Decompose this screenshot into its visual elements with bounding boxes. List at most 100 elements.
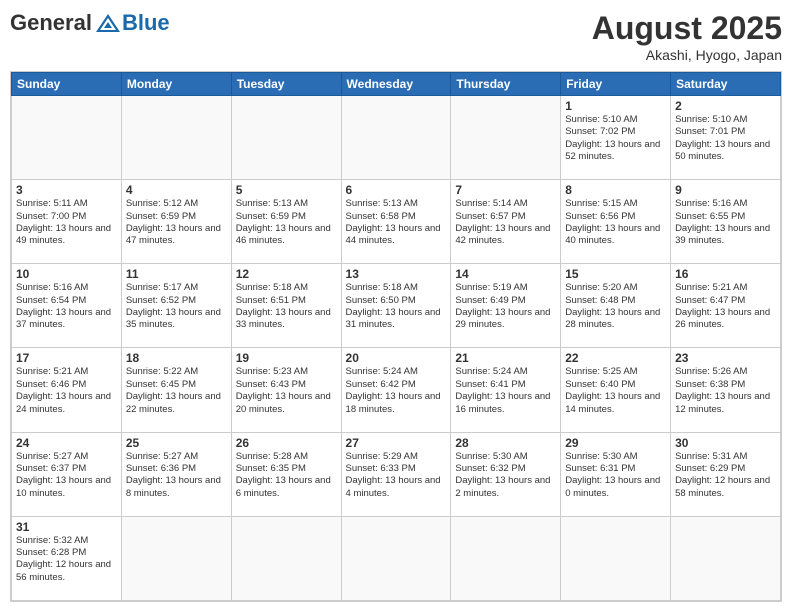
day-info: Sunrise: 5:16 AM Sunset: 6:54 PM Dayligh…: [16, 282, 117, 331]
day-number: 7: [455, 183, 556, 197]
calendar-week-row: 17Sunrise: 5:21 AM Sunset: 6:46 PM Dayli…: [12, 348, 781, 432]
day-info: Sunrise: 5:20 AM Sunset: 6:48 PM Dayligh…: [565, 282, 666, 331]
logo: General Blue: [10, 10, 170, 36]
day-number: 5: [236, 183, 337, 197]
day-info: Sunrise: 5:27 AM Sunset: 6:36 PM Dayligh…: [126, 451, 227, 500]
calendar-cell: 18Sunrise: 5:22 AM Sunset: 6:45 PM Dayli…: [121, 348, 231, 432]
col-wednesday: Wednesday: [341, 73, 451, 96]
day-info: Sunrise: 5:29 AM Sunset: 6:33 PM Dayligh…: [346, 451, 447, 500]
location: Akashi, Hyogo, Japan: [592, 47, 782, 63]
day-info: Sunrise: 5:18 AM Sunset: 6:51 PM Dayligh…: [236, 282, 337, 331]
calendar-cell: [121, 96, 231, 180]
calendar-week-row: 24Sunrise: 5:27 AM Sunset: 6:37 PM Dayli…: [12, 432, 781, 516]
day-number: 10: [16, 267, 117, 281]
col-monday: Monday: [121, 73, 231, 96]
day-number: 2: [675, 99, 776, 113]
day-number: 29: [565, 436, 666, 450]
calendar-cell: 16Sunrise: 5:21 AM Sunset: 6:47 PM Dayli…: [671, 264, 781, 348]
day-number: 25: [126, 436, 227, 450]
day-number: 6: [346, 183, 447, 197]
calendar-week-row: 1Sunrise: 5:10 AM Sunset: 7:02 PM Daylig…: [12, 96, 781, 180]
day-number: 1: [565, 99, 666, 113]
day-info: Sunrise: 5:15 AM Sunset: 6:56 PM Dayligh…: [565, 198, 666, 247]
calendar-cell: 6Sunrise: 5:13 AM Sunset: 6:58 PM Daylig…: [341, 180, 451, 264]
day-info: Sunrise: 5:30 AM Sunset: 6:32 PM Dayligh…: [455, 451, 556, 500]
title-block: August 2025 Akashi, Hyogo, Japan: [592, 10, 782, 63]
calendar-cell: 5Sunrise: 5:13 AM Sunset: 6:59 PM Daylig…: [231, 180, 341, 264]
calendar-cell: 11Sunrise: 5:17 AM Sunset: 6:52 PM Dayli…: [121, 264, 231, 348]
col-friday: Friday: [561, 73, 671, 96]
page: General Blue August 2025 Akashi, Hyogo, …: [0, 0, 792, 612]
calendar-cell: [12, 96, 122, 180]
day-info: Sunrise: 5:28 AM Sunset: 6:35 PM Dayligh…: [236, 451, 337, 500]
calendar-cell: 28Sunrise: 5:30 AM Sunset: 6:32 PM Dayli…: [451, 432, 561, 516]
calendar-cell: 24Sunrise: 5:27 AM Sunset: 6:37 PM Dayli…: [12, 432, 122, 516]
calendar-cell: 3Sunrise: 5:11 AM Sunset: 7:00 PM Daylig…: [12, 180, 122, 264]
day-info: Sunrise: 5:10 AM Sunset: 7:02 PM Dayligh…: [565, 114, 666, 163]
day-number: 15: [565, 267, 666, 281]
calendar-week-row: 10Sunrise: 5:16 AM Sunset: 6:54 PM Dayli…: [12, 264, 781, 348]
day-info: Sunrise: 5:13 AM Sunset: 6:59 PM Dayligh…: [236, 198, 337, 247]
calendar-cell: 29Sunrise: 5:30 AM Sunset: 6:31 PM Dayli…: [561, 432, 671, 516]
calendar-cell: 26Sunrise: 5:28 AM Sunset: 6:35 PM Dayli…: [231, 432, 341, 516]
day-info: Sunrise: 5:19 AM Sunset: 6:49 PM Dayligh…: [455, 282, 556, 331]
day-info: Sunrise: 5:21 AM Sunset: 6:47 PM Dayligh…: [675, 282, 776, 331]
calendar-cell: 4Sunrise: 5:12 AM Sunset: 6:59 PM Daylig…: [121, 180, 231, 264]
calendar-cell: 7Sunrise: 5:14 AM Sunset: 6:57 PM Daylig…: [451, 180, 561, 264]
calendar-cell: 1Sunrise: 5:10 AM Sunset: 7:02 PM Daylig…: [561, 96, 671, 180]
calendar: Sunday Monday Tuesday Wednesday Thursday…: [10, 71, 782, 602]
calendar-cell: [451, 516, 561, 600]
day-number: 24: [16, 436, 117, 450]
day-number: 14: [455, 267, 556, 281]
day-number: 16: [675, 267, 776, 281]
calendar-cell: 23Sunrise: 5:26 AM Sunset: 6:38 PM Dayli…: [671, 348, 781, 432]
day-info: Sunrise: 5:31 AM Sunset: 6:29 PM Dayligh…: [675, 451, 776, 500]
day-info: Sunrise: 5:11 AM Sunset: 7:00 PM Dayligh…: [16, 198, 117, 247]
day-info: Sunrise: 5:27 AM Sunset: 6:37 PM Dayligh…: [16, 451, 117, 500]
day-info: Sunrise: 5:16 AM Sunset: 6:55 PM Dayligh…: [675, 198, 776, 247]
day-info: Sunrise: 5:12 AM Sunset: 6:59 PM Dayligh…: [126, 198, 227, 247]
day-info: Sunrise: 5:10 AM Sunset: 7:01 PM Dayligh…: [675, 114, 776, 163]
calendar-week-row: 3Sunrise: 5:11 AM Sunset: 7:00 PM Daylig…: [12, 180, 781, 264]
day-info: Sunrise: 5:26 AM Sunset: 6:38 PM Dayligh…: [675, 366, 776, 415]
weekday-header-row: Sunday Monday Tuesday Wednesday Thursday…: [12, 73, 781, 96]
col-saturday: Saturday: [671, 73, 781, 96]
logo-icon: [94, 12, 122, 34]
calendar-cell: 10Sunrise: 5:16 AM Sunset: 6:54 PM Dayli…: [12, 264, 122, 348]
calendar-cell: [341, 96, 451, 180]
calendar-cell: 2Sunrise: 5:10 AM Sunset: 7:01 PM Daylig…: [671, 96, 781, 180]
day-info: Sunrise: 5:17 AM Sunset: 6:52 PM Dayligh…: [126, 282, 227, 331]
calendar-header: Sunday Monday Tuesday Wednesday Thursday…: [12, 73, 781, 96]
day-number: 4: [126, 183, 227, 197]
calendar-cell: [451, 96, 561, 180]
logo-blue: Blue: [122, 10, 170, 36]
calendar-cell: 27Sunrise: 5:29 AM Sunset: 6:33 PM Dayli…: [341, 432, 451, 516]
calendar-cell: [231, 96, 341, 180]
calendar-cell: [341, 516, 451, 600]
day-number: 13: [346, 267, 447, 281]
day-info: Sunrise: 5:21 AM Sunset: 6:46 PM Dayligh…: [16, 366, 117, 415]
day-number: 28: [455, 436, 556, 450]
calendar-cell: 20Sunrise: 5:24 AM Sunset: 6:42 PM Dayli…: [341, 348, 451, 432]
calendar-cell: [671, 516, 781, 600]
day-number: 20: [346, 351, 447, 365]
day-number: 3: [16, 183, 117, 197]
col-tuesday: Tuesday: [231, 73, 341, 96]
day-number: 31: [16, 520, 117, 534]
calendar-cell: 21Sunrise: 5:24 AM Sunset: 6:41 PM Dayli…: [451, 348, 561, 432]
day-info: Sunrise: 5:13 AM Sunset: 6:58 PM Dayligh…: [346, 198, 447, 247]
calendar-cell: 22Sunrise: 5:25 AM Sunset: 6:40 PM Dayli…: [561, 348, 671, 432]
calendar-table: Sunday Monday Tuesday Wednesday Thursday…: [11, 72, 781, 601]
header: General Blue August 2025 Akashi, Hyogo, …: [10, 10, 782, 63]
calendar-cell: 30Sunrise: 5:31 AM Sunset: 6:29 PM Dayli…: [671, 432, 781, 516]
calendar-cell: 19Sunrise: 5:23 AM Sunset: 6:43 PM Dayli…: [231, 348, 341, 432]
logo-general: General: [10, 10, 92, 36]
day-number: 30: [675, 436, 776, 450]
calendar-body: 1Sunrise: 5:10 AM Sunset: 7:02 PM Daylig…: [12, 96, 781, 601]
day-number: 11: [126, 267, 227, 281]
day-info: Sunrise: 5:14 AM Sunset: 6:57 PM Dayligh…: [455, 198, 556, 247]
day-number: 9: [675, 183, 776, 197]
day-number: 18: [126, 351, 227, 365]
day-number: 22: [565, 351, 666, 365]
calendar-cell: [561, 516, 671, 600]
